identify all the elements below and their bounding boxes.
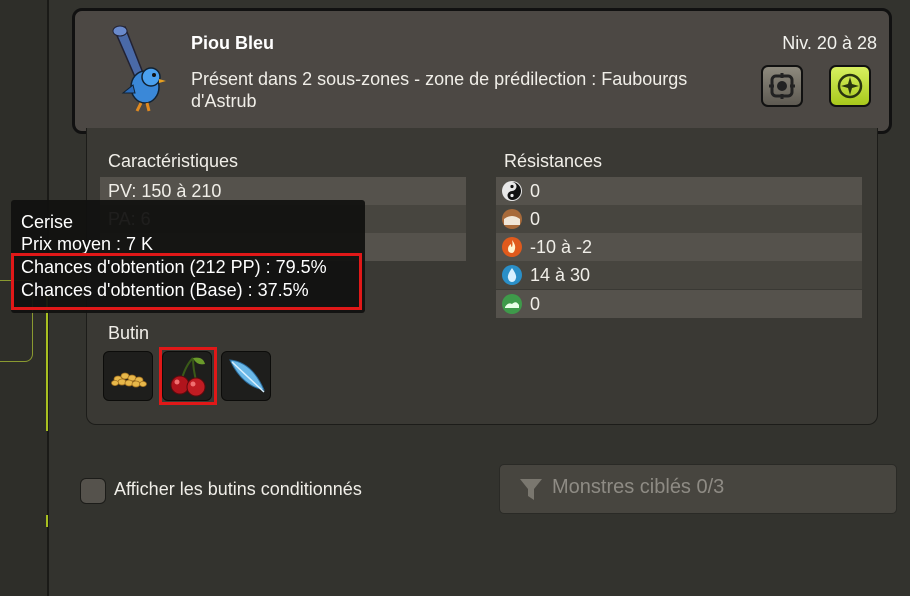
locate-icon bbox=[769, 73, 795, 99]
resistance-value: 0 bbox=[530, 209, 541, 229]
resistance-value: 0 bbox=[530, 181, 541, 201]
resistance-row: 0 bbox=[496, 177, 862, 205]
locate-button[interactable] bbox=[761, 65, 803, 107]
conditional-loot-checkbox[interactable] bbox=[80, 478, 106, 504]
water-icon bbox=[502, 265, 522, 285]
resistance-row: -10 à -2 bbox=[496, 233, 862, 261]
loot-title: Butin bbox=[108, 323, 150, 343]
conditional-loot-label[interactable]: Afficher les butins conditionnés bbox=[114, 479, 362, 500]
neutral-icon bbox=[502, 181, 522, 201]
monster-zone: Présent dans 2 sous-zones - zone de préd… bbox=[191, 69, 688, 111]
targeted-monsters-label: Monstres ciblés 0/3 bbox=[552, 476, 725, 498]
characteristics-title: Caractéristiques bbox=[108, 151, 239, 171]
grain-icon bbox=[111, 372, 147, 388]
compass-button[interactable] bbox=[829, 65, 871, 107]
blue-bird-icon bbox=[103, 23, 173, 113]
loot-highlight-box bbox=[159, 347, 217, 405]
monster-header-card: Piou Bleu Niv. 20 à 28 Présent dans 2 so… bbox=[72, 8, 892, 134]
tooltip-highlight-box bbox=[11, 253, 362, 310]
scroll-accent bbox=[46, 296, 48, 431]
monster-level: Niv. 20 à 28 bbox=[782, 33, 877, 53]
loot-item-grain[interactable] bbox=[103, 351, 153, 401]
scroll-accent bbox=[46, 515, 48, 527]
resistance-row: 0 bbox=[496, 290, 862, 318]
resistances-title: Résistances bbox=[504, 151, 603, 171]
resistance-value: -10 à -2 bbox=[530, 237, 593, 257]
tooltip-item-name: Cerise bbox=[21, 212, 74, 232]
resistance-value: 14 à 30 bbox=[530, 265, 591, 285]
filter-icon bbox=[520, 479, 542, 500]
air-icon bbox=[502, 294, 522, 314]
tooltip-price: Prix moyen : 7 K bbox=[21, 234, 154, 254]
fire-icon bbox=[502, 237, 522, 257]
resistance-row: 14 à 30 bbox=[496, 261, 862, 289]
compass-icon bbox=[837, 73, 863, 99]
resistance-value: 0 bbox=[530, 294, 541, 314]
earth-icon bbox=[502, 209, 522, 229]
monster-name: Piou Bleu bbox=[191, 33, 275, 53]
resistance-row: 0 bbox=[496, 205, 862, 233]
feather-icon bbox=[229, 359, 265, 393]
targeted-monsters-button[interactable]: Monstres ciblés 0/3 bbox=[499, 464, 897, 514]
loot-item-feather[interactable] bbox=[221, 351, 271, 401]
